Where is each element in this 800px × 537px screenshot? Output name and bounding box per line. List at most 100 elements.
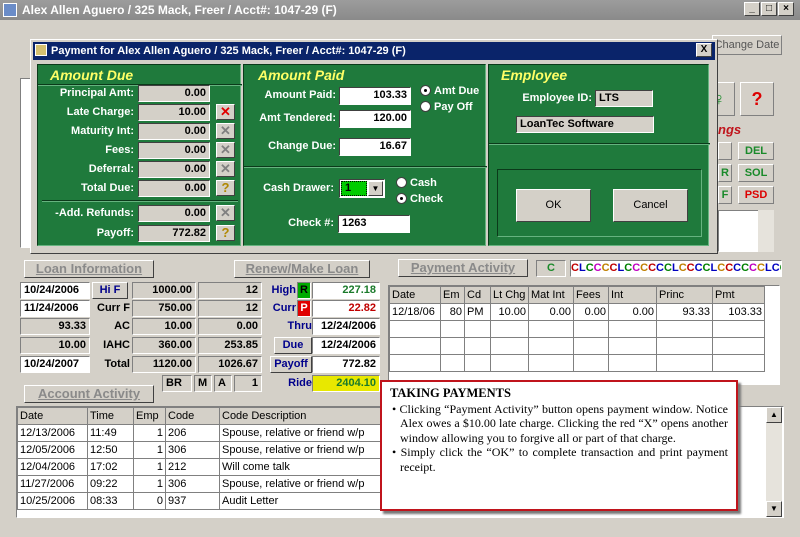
maturity-int-value: 0.00 [138, 123, 210, 140]
forgive-maturity-x-icon[interactable]: ✕ [216, 123, 235, 139]
table-row[interactable]: 12/04/2006 17:02 1 212 Will come talk [17, 458, 418, 476]
refunds-x-icon[interactable]: ✕ [216, 205, 235, 221]
payment-activity-table-container: Date Em Cd Lt Chg Mat Int Fees Int Princ… [388, 285, 780, 385]
col-acct-date[interactable]: Date [17, 407, 88, 425]
col-date[interactable]: Date [389, 286, 441, 304]
check-radio[interactable] [396, 193, 407, 204]
payoff-amount: 772.82 [312, 356, 380, 373]
due-value: 12/24/2006 [312, 337, 380, 354]
high-flag: R [297, 282, 311, 299]
col-int[interactable]: Int [608, 286, 657, 304]
table-row[interactable]: 12/05/2006 12:50 1 306 Spouse, relative or f… [17, 441, 418, 459]
side-button-blank[interactable] [718, 142, 732, 160]
payoff-question-icon[interactable]: ? [216, 225, 235, 241]
ride-value: 2404.10 [312, 375, 380, 392]
payment-activity-tab[interactable]: Payment Activity [398, 259, 528, 277]
del-button[interactable]: DEL [738, 142, 774, 160]
thru-value: 12/24/2006 [312, 318, 380, 335]
curr-label: Curr [272, 302, 296, 314]
table-row[interactable]: 12/18/06 80 PM 10.00 0.00 0.00 0.00 93.3… [389, 303, 765, 321]
account-activity-table: Date Time Emp Code Code Description 12/1… [17, 407, 418, 510]
iahc-label: IAHC [103, 339, 130, 351]
amount-paid-input[interactable]: 103.33 [339, 87, 411, 105]
col-fees[interactable]: Fees [573, 286, 609, 304]
notes-scrollbar[interactable] [758, 210, 774, 252]
maturity-int-label: Maturity Int: [71, 125, 134, 137]
loan-col3-2: 12 [198, 300, 262, 317]
col-acct-code[interactable]: Code [165, 407, 220, 425]
side-r-button[interactable]: R [718, 164, 732, 182]
amt-due-radio-label[interactable]: Amt Due [434, 85, 479, 97]
change-due-value: 16.67 [339, 138, 411, 156]
scroll-up-icon[interactable]: ▲ [766, 407, 782, 423]
ok-button[interactable]: OK [516, 189, 591, 222]
curr-value: 22.82 [312, 300, 380, 317]
col-princ[interactable]: Princ [656, 286, 713, 304]
due-button[interactable]: Due [274, 337, 312, 354]
payoff-button[interactable]: Payoff [270, 356, 312, 373]
cash-drawer-select[interactable]: 1 ▼ [339, 179, 385, 198]
cash-radio-label[interactable]: Cash [410, 177, 437, 189]
amount-due-panel: Amount Due Principal Amt: 0.00 Late Char… [37, 64, 242, 246]
loan-amount-5: 1120.00 [132, 356, 196, 373]
high-value: 227.18 [312, 282, 380, 299]
chevron-down-icon[interactable]: ▼ [368, 181, 383, 196]
col-cd[interactable]: Cd [464, 286, 491, 304]
amount-paid-panel: Amount Paid Amount Paid: 103.33 Amt Tend… [243, 64, 487, 246]
principal-value: 0.00 [138, 85, 210, 102]
ac-label: AC [114, 320, 130, 332]
psd-button[interactable]: PSD [738, 186, 774, 204]
fees-value: 0.00 [138, 142, 210, 159]
maximize-button[interactable]: □ [761, 2, 777, 16]
account-activity-tab[interactable]: Account Activity [24, 385, 154, 403]
c-indicator: C [536, 260, 566, 277]
payment-header-row: Date Em Cd Lt Chg Mat Int Fees Int Princ… [389, 286, 765, 304]
minimize-button[interactable]: _ [744, 2, 760, 16]
curr-f-label: Curr F [97, 302, 130, 314]
pay-off-radio-label[interactable]: Pay Off [434, 101, 473, 113]
ride-label: Ride [288, 377, 312, 389]
employee-id-value[interactable]: LTS [595, 90, 653, 107]
dialog-close-button[interactable]: X [696, 43, 712, 57]
cancel-button[interactable]: Cancel [613, 189, 688, 222]
total-due-question-icon[interactable]: ? [216, 180, 235, 196]
forgive-deferral-x-icon[interactable]: ✕ [216, 161, 235, 177]
check-number-input[interactable]: 1263 [338, 215, 410, 233]
side-f-button[interactable]: F [718, 186, 732, 204]
employee-id-label: Employee ID: [522, 92, 592, 104]
col-acct-time[interactable]: Time [87, 407, 134, 425]
amt-tendered-input[interactable]: 120.00 [339, 110, 411, 128]
payoff-value: 772.82 [138, 225, 210, 242]
employee-panel: Employee Employee ID: LTS LoanTec Softwa… [488, 64, 710, 246]
col-acct-emp[interactable]: Emp [133, 407, 166, 425]
forgive-fees-x-icon[interactable]: ✕ [216, 142, 235, 158]
pay-off-radio[interactable] [420, 101, 431, 112]
dialog-icon [35, 44, 47, 56]
renew-make-loan-tab[interactable]: Renew/Make Loan [234, 260, 370, 278]
col-pmt[interactable]: Pmt [712, 286, 765, 304]
check-radio-label[interactable]: Check [410, 193, 443, 205]
table-row[interactable]: 11/27/2006 09:22 1 306 Spouse, relative or f… [17, 475, 418, 493]
col-em[interactable]: Em [440, 286, 465, 304]
cash-radio[interactable] [396, 177, 407, 188]
app-icon [3, 3, 17, 17]
table-row[interactable]: 12/13/2006 11:49 1 206 Spouse, relative or f… [17, 424, 418, 442]
callout-bullet-2: Simply click the “OK” to complete transa… [400, 445, 728, 474]
check-number-label: Check #: [288, 217, 334, 229]
total-label: Total [104, 358, 130, 370]
hi-f-button[interactable]: Hi F [92, 282, 128, 299]
amount-paid-label: Amount Paid: [264, 89, 337, 101]
help-question-icon[interactable]: ? [740, 82, 774, 116]
forgive-late-charge-x-icon[interactable]: ✕ [216, 104, 235, 120]
a-cell: A [214, 375, 232, 392]
account-activity-scrollbar[interactable]: ▲ ▼ [766, 407, 782, 517]
close-button[interactable]: × [778, 2, 794, 16]
amt-due-radio[interactable] [420, 85, 431, 96]
col-mat-int[interactable]: Mat Int [528, 286, 574, 304]
scroll-down-icon[interactable]: ▼ [766, 501, 782, 517]
change-date-button[interactable]: Change Date [712, 35, 782, 55]
col-lt-chg[interactable]: Lt Chg [490, 286, 529, 304]
loan-information-tab[interactable]: Loan Information [24, 260, 154, 278]
table-row[interactable]: 10/25/2006 08:33 0 937 Audit Letter [17, 492, 418, 510]
sol-button[interactable]: SOL [738, 164, 774, 182]
